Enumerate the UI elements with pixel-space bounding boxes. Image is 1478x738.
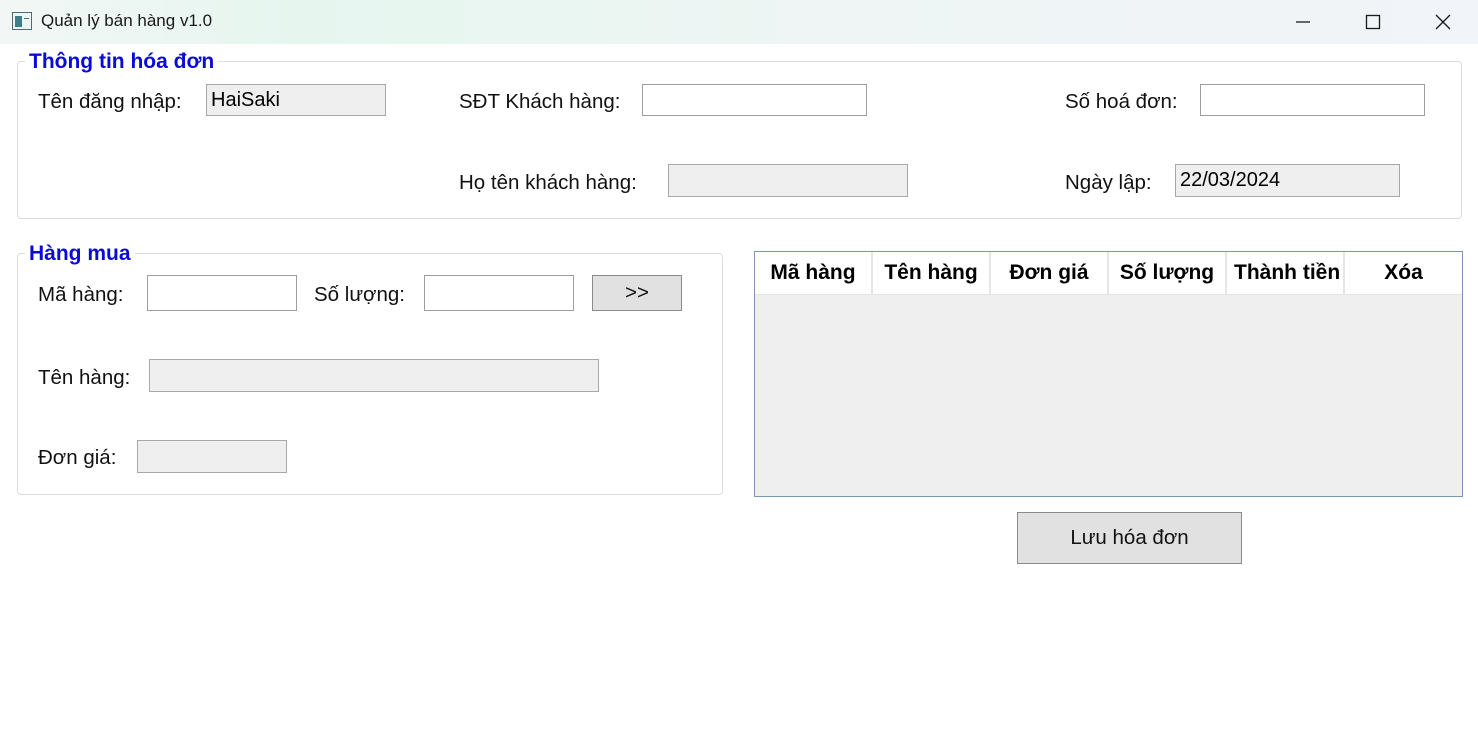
column-header-item-code[interactable]: Mã hàng bbox=[755, 252, 873, 294]
grid-header: Mã hàng Tên hàng Đơn giá Số lượng Thành … bbox=[755, 252, 1462, 295]
unit-price-label: Đơn giá: bbox=[38, 446, 117, 469]
app-icon bbox=[12, 12, 32, 30]
invoice-info-title: Thông tin hóa đơn bbox=[25, 50, 219, 74]
item-code-input[interactable] bbox=[147, 275, 297, 311]
quantity-label: Số lượng: bbox=[314, 283, 405, 306]
close-button[interactable] bbox=[1408, 0, 1478, 44]
invoice-date-label: Ngày lập: bbox=[1065, 171, 1152, 194]
column-header-unit-price[interactable]: Đơn giá bbox=[991, 252, 1109, 294]
purchase-title: Hàng mua bbox=[25, 242, 135, 266]
customer-phone-input[interactable] bbox=[642, 84, 867, 116]
invoice-date-field[interactable]: 22/03/2024 bbox=[1175, 164, 1400, 197]
close-icon bbox=[1435, 14, 1451, 30]
unit-price-field[interactable] bbox=[137, 440, 287, 473]
item-code-label: Mã hàng: bbox=[38, 283, 124, 306]
add-item-button[interactable]: >> bbox=[592, 275, 682, 311]
maximize-icon bbox=[1365, 14, 1381, 30]
column-header-item-name[interactable]: Tên hàng bbox=[873, 252, 991, 294]
maximize-button[interactable] bbox=[1338, 0, 1408, 44]
minimize-button[interactable] bbox=[1268, 0, 1338, 44]
column-header-delete[interactable]: Xóa bbox=[1345, 252, 1462, 294]
title-bar[interactable]: Quản lý bán hàng v1.0 bbox=[0, 0, 1478, 44]
username-field[interactable]: HaiSaki bbox=[206, 84, 386, 116]
username-label: Tên đăng nhập: bbox=[38, 90, 182, 113]
save-invoice-button[interactable]: Lưu hóa đơn bbox=[1017, 512, 1242, 564]
invoice-number-input[interactable] bbox=[1200, 84, 1425, 116]
window-title: Quản lý bán hàng v1.0 bbox=[41, 11, 213, 30]
minimize-icon bbox=[1296, 21, 1310, 23]
column-header-quantity[interactable]: Số lượng bbox=[1109, 252, 1227, 294]
invoice-items-grid[interactable]: Mã hàng Tên hàng Đơn giá Số lượng Thành … bbox=[754, 251, 1463, 497]
customer-phone-label: SĐT Khách hàng: bbox=[459, 90, 621, 113]
item-name-label: Tên hàng: bbox=[38, 366, 131, 389]
column-header-amount[interactable]: Thành tiền bbox=[1227, 252, 1345, 294]
customer-name-field[interactable] bbox=[668, 164, 908, 197]
quantity-input[interactable] bbox=[424, 275, 574, 311]
customer-name-label: Họ tên khách hàng: bbox=[459, 171, 637, 194]
item-name-field[interactable] bbox=[149, 359, 599, 392]
invoice-number-label: Số hoá đơn: bbox=[1065, 90, 1178, 113]
